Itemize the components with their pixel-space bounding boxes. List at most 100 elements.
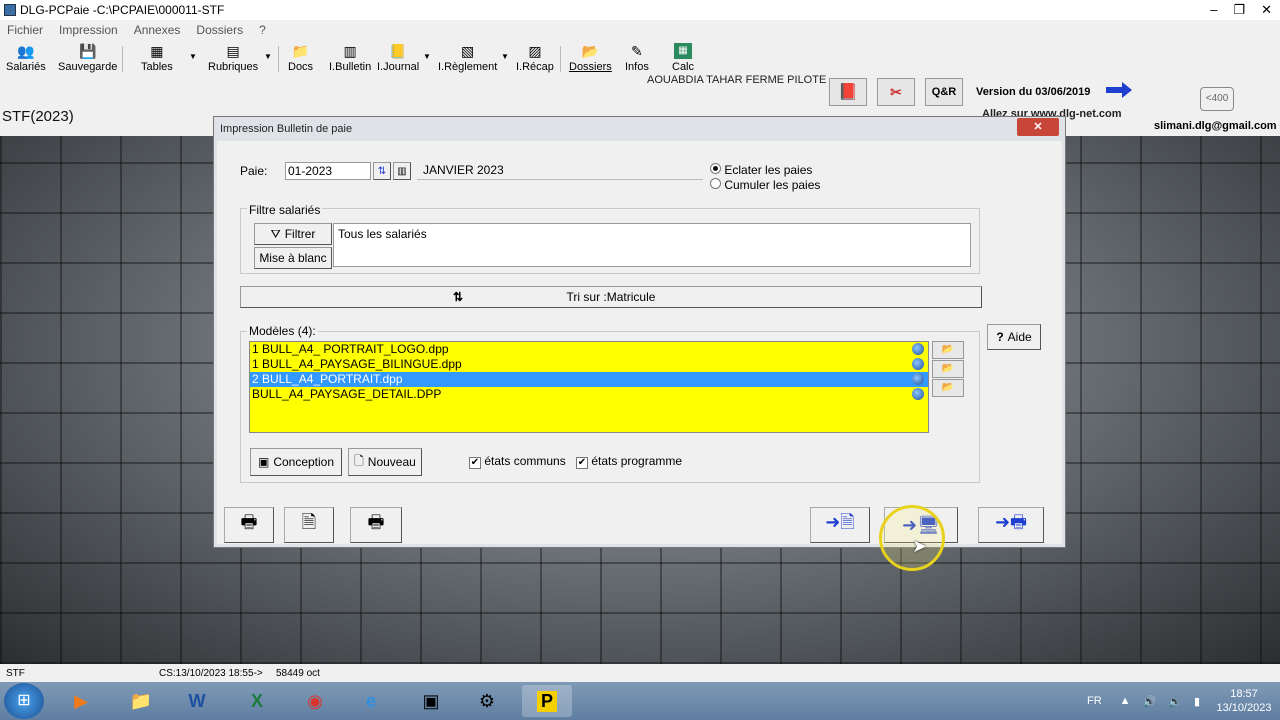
toolbar-ibulletin[interactable]: ▥ I.Bulletin <box>329 43 371 73</box>
web-model-button[interactable]: 📂 <box>932 379 964 397</box>
taskbar-app1[interactable]: ▣ <box>406 685 456 717</box>
toolbar-infos[interactable]: ✎ Infos <box>625 43 649 73</box>
status-cs: CS:13/10/2023 18:55-> <box>159 667 263 679</box>
export-file-button[interactable]: ➜🗎 <box>810 507 870 543</box>
users-icon: 👥 <box>17 43 35 59</box>
version-text: Version du 03/06/2019 <box>976 86 1091 98</box>
toolbar-salaries[interactable]: 👥 Salariés <box>6 43 46 73</box>
print-button[interactable]: ➜🖶 <box>978 507 1044 543</box>
menu-fichier[interactable]: Fichier <box>7 23 43 37</box>
document-icon: 🗎 <box>301 512 317 532</box>
menu-dossiers[interactable]: Dossiers <box>196 23 243 37</box>
reglement-dropdown-icon[interactable]: ▼ <box>501 52 509 61</box>
toolbar-infos-label: Infos <box>625 61 649 73</box>
list-item[interactable]: BULL_A4_PAYSAGE_DETAIL.DPP <box>250 387 928 402</box>
list-item-selected[interactable]: 2 BULL_A4_PORTRAIT.dpp <box>250 372 928 387</box>
globe-icon <box>912 358 924 370</box>
limit-badge[interactable]: <400 <box>1200 87 1234 111</box>
pcpaie-icon: P <box>536 690 557 712</box>
rubriques-dropdown-icon[interactable]: ▼ <box>264 52 272 61</box>
menu-impression[interactable]: Impression <box>59 23 118 37</box>
toolbar-tables[interactable]: ▦ Tables <box>141 43 173 73</box>
nouveau-button[interactable]: 🗋 Nouveau <box>348 448 422 476</box>
qr-button[interactable]: Q&R <box>925 78 963 106</box>
conception-button[interactable]: ▣ Conception <box>250 448 342 476</box>
toolbar-ijournal[interactable]: 📒 I.Journal <box>377 43 419 73</box>
ie-icon: e <box>365 690 376 711</box>
volume-icon[interactable]: 🔊 <box>1143 695 1157 708</box>
toolbar-calc-label: Calc <box>672 61 695 73</box>
menu-help[interactable]: ? <box>259 23 266 37</box>
email-text: slimani.dlg@gmail.com <box>1154 120 1277 132</box>
book-icon: 📕 <box>838 84 858 101</box>
taskbar-word[interactable]: W <box>172 685 222 717</box>
dialog-close-button[interactable]: ✕ <box>1017 118 1059 136</box>
toolbar-ireglement[interactable]: ▧ I.Règlement <box>438 43 497 73</box>
paie-month: JANVIER 2023 <box>417 162 703 180</box>
taskbar-app2[interactable]: ⚙ <box>462 685 512 717</box>
etats-communs-checkbox[interactable]: ✔ états communs <box>469 454 566 469</box>
etats-programme-check[interactable]: ✔ <box>576 457 588 469</box>
reglement-icon: ▧ <box>461 43 475 59</box>
paie-input[interactable]: 01-2023 <box>285 162 371 180</box>
etats-programme-checkbox[interactable]: ✔ états programme <box>576 454 682 469</box>
save-icon: 💾 <box>78 43 97 59</box>
taskbar-pcpaie[interactable]: P <box>522 685 572 717</box>
export-button[interactable]: 🖶 <box>350 507 402 543</box>
taskbar-chrome[interactable]: ◉ <box>290 685 340 717</box>
tools-button[interactable]: ✂ <box>877 78 915 106</box>
maximize-button[interactable]: ❐ <box>1233 2 1245 18</box>
calendar-button[interactable]: ▥ <box>393 162 411 180</box>
arrow-right-icon[interactable] <box>1106 82 1132 98</box>
book-button[interactable]: 📕 <box>829 78 867 106</box>
list-item[interactable]: 1 BULL_A4_PAYSAGE_BILINGUE.dpp <box>250 357 928 372</box>
taskbar-ie[interactable]: e <box>346 685 396 717</box>
taskbar-excel[interactable]: X <box>232 685 282 717</box>
rubriques-icon: ▤ <box>226 43 240 59</box>
radio-cumuler[interactable]: Cumuler les paies <box>710 178 820 192</box>
toolbar-irecap[interactable]: ▨ I.Récap <box>516 43 554 73</box>
printer-settings-button[interactable]: 🖶 <box>224 507 274 543</box>
toolbar-dossiers[interactable]: 📂 Dossiers <box>569 43 612 73</box>
nouveau-button-label: Nouveau <box>367 455 416 469</box>
close-window-button[interactable]: ✕ <box>1261 2 1272 18</box>
toolbar-docs[interactable]: 📁 Docs <box>288 43 313 73</box>
start-button[interactable]: ⊞ <box>4 683 44 719</box>
toolbar-sauvegarde[interactable]: 💾 Sauvegarde <box>58 43 117 73</box>
etats-communs-check[interactable]: ✔ <box>469 457 481 469</box>
aide-button[interactable]: ? Aide <box>987 324 1041 350</box>
language-indicator[interactable]: FR <box>1087 695 1102 707</box>
radio-cumuler-dot[interactable] <box>710 178 721 189</box>
folder-icon: 📁 <box>291 43 310 59</box>
toolbar-calc[interactable]: ▦ Calc <box>672 43 694 73</box>
toolbar-salaries-label: Salariés <box>6 61 46 73</box>
paie-label: Paie: <box>240 164 268 178</box>
globe-icon <box>912 373 924 385</box>
minimize-button[interactable]: – <box>1210 2 1217 18</box>
tray-expand-icon[interactable]: ▲ <box>1120 695 1131 707</box>
filter-icon: ⛛ <box>270 226 281 241</box>
radio-eclater-dot[interactable] <box>710 163 721 174</box>
menu-annexes[interactable]: Annexes <box>134 23 181 37</box>
models-list[interactable]: 1 BULL_A4_ PORTRAIT_LOGO.dpp 1 BULL_A4_P… <box>249 341 929 433</box>
preview-button[interactable]: 🗎 <box>284 507 334 543</box>
export-model-button[interactable]: 📂 <box>932 360 964 378</box>
toolbar-rubriques[interactable]: ▤ Rubriques <box>208 43 258 73</box>
journal-dropdown-icon[interactable]: ▼ <box>423 52 431 61</box>
filtrer-button[interactable]: ⛛ Filtrer <box>254 223 332 245</box>
status-bar: STF CS:13/10/2023 18:55-> 58449 oct <box>0 664 1280 682</box>
open-model-button[interactable]: 📂 <box>932 341 964 359</box>
list-item[interactable]: 1 BULL_A4_ PORTRAIT_LOGO.dpp <box>250 342 928 357</box>
paie-picker-button[interactable]: ⇅ <box>373 162 391 180</box>
filtre-textarea[interactable]: Tous les salariés <box>333 223 971 267</box>
mise-blanc-button[interactable]: Mise à blanc <box>254 247 332 269</box>
taskbar-explorer[interactable]: 📁 <box>116 685 166 717</box>
tri-button[interactable]: ⇅ Tri sur :Matricule <box>240 286 982 308</box>
alert-icon[interactable]: 🔈 <box>1168 695 1182 708</box>
tables-dropdown-icon[interactable]: ▼ <box>189 52 197 61</box>
taskbar-media[interactable]: ▶ <box>56 685 106 717</box>
radio-eclater[interactable]: Eclater les paies <box>710 163 812 177</box>
network-icon[interactable]: ▮ <box>1194 695 1200 708</box>
system-tray: FR ▲ 🔊 🔈 ▮ 18:57 13/10/2023 <box>1087 682 1280 720</box>
clock[interactable]: 18:57 13/10/2023 <box>1208 687 1280 715</box>
